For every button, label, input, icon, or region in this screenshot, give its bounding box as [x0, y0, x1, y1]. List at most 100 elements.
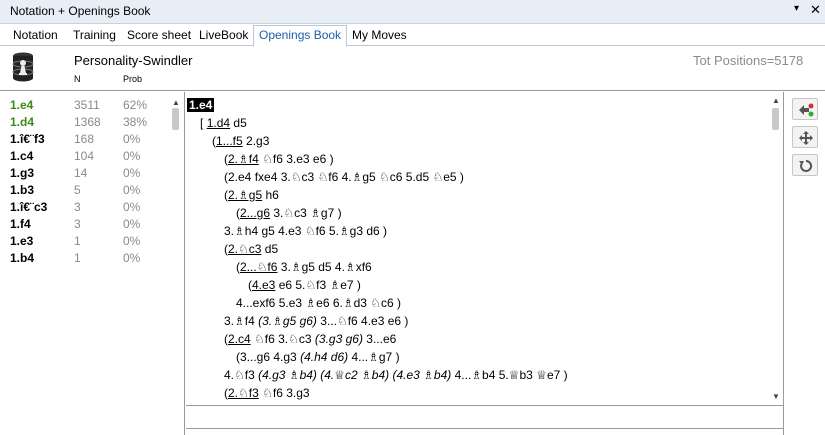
variation-text[interactable]: 2.g3 [246, 134, 269, 148]
variation-text[interactable]: 4...♗b4 5.♕b3 ♕e7 ) [455, 368, 568, 382]
notation-line[interactable]: 1.e4 [187, 98, 215, 114]
variation-move[interactable]: 2.♗f4 [228, 152, 259, 166]
sub-variation[interactable]: (4.♕c2 ♗b4) [320, 368, 389, 382]
variation-move[interactable]: 2...g6 [240, 206, 270, 220]
book-move-row[interactable]: 1.e4 3511 62% [0, 98, 168, 114]
variation-move[interactable]: 2.♘f3 [228, 386, 259, 400]
tab-score-sheet[interactable]: Score sheet [122, 26, 196, 46]
notation-line[interactable]: (2.♗f4 ♘f6 3.e3 e6 ) [224, 152, 334, 168]
move-count: 5 [74, 183, 81, 197]
notation-line[interactable]: 4...exf6 5.e3 ♗e6 6.♗d3 ♘c6 ) [236, 296, 401, 312]
scroll-up-icon[interactable]: ▲ [172, 98, 180, 107]
sub-variation[interactable]: (4.h4 d6) [300, 350, 348, 364]
move-count: 168 [74, 132, 95, 146]
tab-openings-book[interactable]: Openings Book [253, 25, 348, 47]
notation-line[interactable]: 4.♘f3 (4.g3 ♗b4) (4.♕c2 ♗b4) (4.e3 ♗b4) … [224, 368, 568, 384]
book-move-row[interactable]: 1.g3 14 0% [0, 166, 168, 182]
book-move-row[interactable]: 1.î€¨c3 3 0% [0, 200, 168, 216]
notation-line[interactable]: (2.♗g5 h6 [224, 188, 279, 204]
sub-variation[interactable]: (3.♗g5 g6) [258, 314, 317, 328]
variation-move[interactable]: 2.c4 [228, 332, 251, 346]
notation-line[interactable]: (4.e3 e6 5.♘f3 ♗e7 ) [248, 278, 361, 294]
close-icon[interactable]: ✕ [810, 2, 821, 18]
variation-move[interactable]: 1...f5 [216, 134, 243, 148]
dropdown-icon[interactable]: ▾ [794, 3, 799, 14]
notation-line[interactable]: (2.♘c3 d5 [224, 242, 278, 258]
current-move[interactable]: 1.e4 [187, 98, 215, 112]
tab-training[interactable]: Training [68, 26, 121, 46]
tool-panel [783, 92, 825, 435]
notation-line[interactable]: [ 1.d4 d5 [200, 116, 247, 132]
variation-text[interactable]: 3...g6 [240, 350, 270, 364]
move-label: 1.e3 [10, 234, 34, 248]
variation-text[interactable]: ♘f6 3.♘c3 [254, 332, 312, 346]
move-prob: 0% [123, 183, 141, 197]
variation-text[interactable]: d5 [265, 242, 278, 256]
variation-move[interactable]: 4.e3 [252, 278, 275, 292]
variation-move[interactable]: 2...♘f6 [240, 260, 277, 274]
notation-line[interactable]: (1...f5 2.g3 [212, 134, 269, 150]
move-count: 1368 [74, 115, 101, 129]
notation-scrollbar[interactable]: ▲ ▼ [769, 92, 783, 405]
notation-line[interactable]: (2.e4 fxe4 3.♘c3 ♘f6 4.♗g5 ♘c6 5.d5 ♘e5 … [224, 170, 464, 186]
book-name: Personality-Swindler [74, 53, 193, 68]
notation-line[interactable]: (2.c4 ♘f6 3.♘c3 (3.g3 g6) 3...e6 [224, 332, 396, 348]
variation-text[interactable]: 3...e6 [366, 332, 396, 346]
variation-text[interactable]: ♘f6 3.e3 e6 ) [262, 152, 333, 166]
move-prob: 0% [123, 200, 141, 214]
notation-line[interactable]: (3...g6 4.g3 (4.h4 d6) 4...♗g7 ) [236, 350, 400, 366]
book-move-row[interactable]: 1.e3 1 0% [0, 234, 168, 250]
variation-text[interactable]: 2.e4 fxe4 3.♘c3 ♘f6 4.♗g5 ♘c6 5.d5 ♘e5 ) [228, 170, 464, 184]
move-label: 1.c4 [10, 149, 34, 163]
notation-panel[interactable]: 1.e4 [ 1.d4 d5 (1...f5 2.g3 (2.♗f4 ♘f6 3… [186, 92, 769, 405]
variation-move[interactable]: 2.♘c3 [228, 242, 261, 256]
book-move-row[interactable]: 1.î€¨f3 168 0% [0, 132, 168, 148]
sub-variation[interactable]: (3.g3 g6) [315, 332, 363, 346]
notation-line[interactable]: 3.♗h4 g5 4.e3 ♘f6 5.♗g3 d6 ) [224, 224, 387, 240]
variation-text[interactable]: 4...♗g7 ) [351, 350, 399, 364]
move-label: 1.î€¨f3 [10, 132, 45, 146]
variation-text[interactable]: ♘f6 3.g3 [262, 386, 309, 400]
tab-livebook[interactable]: LiveBook [194, 26, 253, 46]
book-move-row[interactable]: 1.b4 1 0% [0, 251, 168, 267]
merge-move-button[interactable] [792, 98, 818, 120]
sub-variation[interactable]: (4.e3 ♗b4) [392, 368, 451, 382]
move-prob: 0% [123, 217, 141, 231]
variation-text[interactable]: d5 [233, 116, 246, 130]
move-list-scrollbar[interactable]: ▲ [170, 94, 182, 434]
variation-move[interactable]: 1.d4 [207, 116, 230, 130]
notation-line[interactable]: (2...g6 3.♘c3 ♗g7 ) [236, 206, 342, 222]
variation-move[interactable]: 2.♗g5 [228, 188, 262, 202]
variation-text[interactable]: 3...♘f6 4.e3 e6 ) [320, 314, 408, 328]
scroll-down-icon[interactable]: ▼ [772, 392, 780, 401]
variation-text[interactable]: 4.♘f3 [224, 368, 255, 382]
notation-line[interactable]: (2.♘f3 ♘f6 3.g3 [224, 386, 310, 402]
rotate-button[interactable] [792, 154, 818, 176]
book-move-row[interactable]: 1.f4 3 0% [0, 217, 168, 233]
move-count: 14 [74, 166, 88, 180]
tab-my-moves[interactable]: My Moves [347, 26, 412, 46]
total-positions: Tot Positions=5178 [693, 53, 804, 68]
sub-variation[interactable]: (4.g3 ♗b4) [258, 368, 317, 382]
notation-line[interactable]: (2...♘f6 3.♗g5 d5 4.♗xf6 [236, 260, 372, 276]
move-prob: 38% [123, 115, 148, 129]
notation-line[interactable]: 3.♗f4 (3.♗g5 g6) 3...♘f6 4.e3 e6 ) [224, 314, 408, 330]
variation-text[interactable]: e6 5.♘f3 ♗e7 ) [279, 278, 361, 292]
variation-text[interactable]: 3.♗g5 d5 4.♗xf6 [281, 260, 372, 274]
variation-text[interactable]: 3.♗f4 [224, 314, 255, 328]
move-arrows-button[interactable] [792, 126, 818, 148]
scrollbar-thumb[interactable] [772, 108, 779, 130]
scroll-up-icon[interactable]: ▲ [772, 96, 780, 105]
book-move-row[interactable]: 1.d4 1368 38% [0, 115, 168, 131]
variation-text[interactable]: 4...exf6 5.e3 ♗e6 6.♗d3 ♘c6 ) [236, 296, 401, 310]
book-move-row[interactable]: 1.c4 104 0% [0, 149, 168, 165]
move-prob: 0% [123, 166, 141, 180]
variation-text[interactable]: h6 [265, 188, 278, 202]
bracket-open: [ [200, 116, 204, 130]
book-move-row[interactable]: 1.b3 5 0% [0, 183, 168, 199]
scrollbar-thumb[interactable] [172, 108, 179, 130]
variation-text[interactable]: 4.g3 [273, 350, 296, 364]
variation-text[interactable]: 3.♘c3 ♗g7 ) [273, 206, 341, 220]
variation-text[interactable]: 3.♗h4 g5 4.e3 ♘f6 5.♗g3 d6 ) [224, 224, 387, 238]
tab-notation[interactable]: Notation [8, 26, 63, 46]
